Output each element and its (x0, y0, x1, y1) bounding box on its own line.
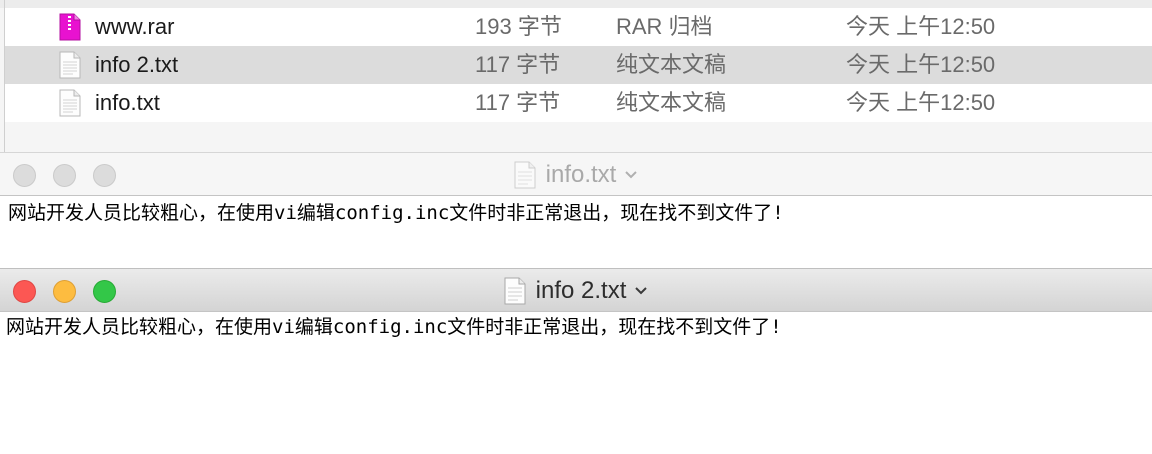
file-row-info-2-txt[interactable]: info 2.txt 117 字节 纯文本文稿 今天 上午12:50 (5, 46, 1152, 84)
textedit-window-info-2-txt[interactable]: info 2.txt 网站开发人员比较粗心，在使用vi编辑config.inc文… (0, 268, 1152, 454)
file-kind: 纯文本文稿 (616, 52, 727, 77)
file-name: www.rar (95, 14, 175, 39)
finder-file-list: www.rar 193 字节 RAR 归档 今天 上午12:50 info 2.… (0, 0, 1152, 152)
window-title: info.txt (545, 161, 617, 188)
text-document-icon (59, 89, 81, 117)
text-document-icon (504, 277, 526, 305)
chevron-down-icon (625, 171, 638, 179)
textedit-window-info-txt[interactable]: info.txt 网站开发人员比较粗心，在使用vi编辑config.inc文件时… (0, 152, 1152, 266)
document-text[interactable]: 网站开发人员比较粗心，在使用vi编辑config.inc文件时非正常退出，现在找… (8, 198, 784, 228)
file-name: info.txt (95, 90, 160, 115)
file-name: info 2.txt (95, 52, 179, 77)
file-kind: RAR 归档 (616, 14, 713, 39)
window-titlebar[interactable]: info.txt (0, 152, 1152, 196)
file-size: 117 字节 (475, 52, 561, 77)
title-menu[interactable]: info 2.txt (504, 269, 649, 313)
file-row-www-rar[interactable]: www.rar 193 字节 RAR 归档 今天 上午12:50 (5, 8, 1152, 46)
file-date: 今天 上午12:50 (846, 52, 996, 77)
file-date: 今天 上午12:50 (846, 14, 996, 39)
finder-header-edge (0, 0, 1152, 8)
rar-archive-icon (59, 13, 81, 41)
file-size: 193 字节 (475, 14, 562, 39)
document-text[interactable]: 网站开发人员比较粗心，在使用vi编辑config.inc文件时非正常退出，现在找… (6, 312, 782, 342)
window-title: info 2.txt (535, 277, 627, 304)
file-row-info-txt[interactable]: info.txt 117 字节 纯文本文稿 今天 上午12:50 (5, 84, 1152, 122)
title-menu[interactable]: info.txt (514, 153, 639, 197)
window-title-area: info.txt (0, 153, 1152, 197)
chevron-down-icon (635, 287, 648, 295)
text-document-icon (514, 161, 536, 189)
file-size: 117 字节 (475, 90, 561, 115)
window-title-area: info 2.txt (0, 269, 1152, 313)
file-date: 今天 上午12:50 (846, 90, 996, 115)
window-titlebar[interactable]: info 2.txt (0, 268, 1152, 312)
text-document-icon (59, 51, 81, 79)
file-kind: 纯文本文稿 (616, 90, 727, 115)
